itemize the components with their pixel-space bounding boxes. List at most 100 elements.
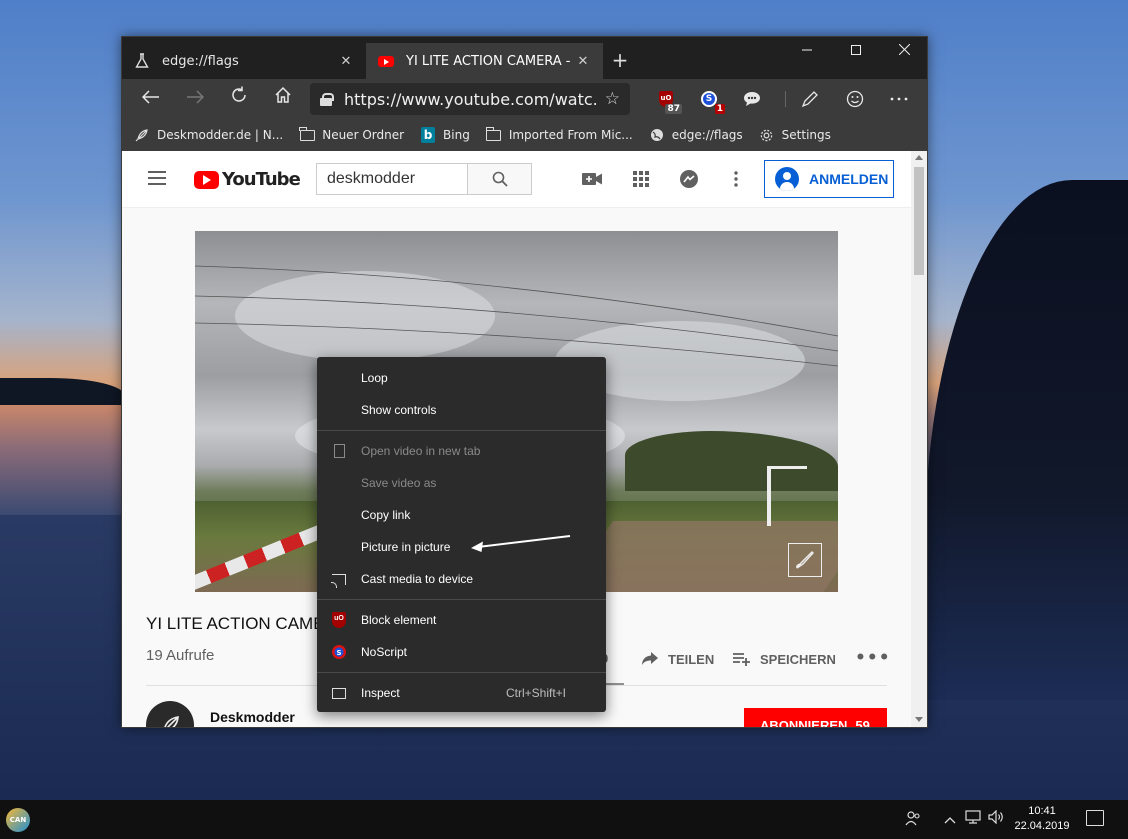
share-button[interactable]: TEILEN bbox=[640, 649, 714, 669]
menu-item-show-controls[interactable]: Show controls bbox=[317, 394, 606, 426]
toolbar-separator bbox=[785, 91, 786, 107]
people-icon[interactable] bbox=[903, 810, 923, 830]
network-icon[interactable] bbox=[963, 810, 983, 830]
search-input[interactable]: deskmodder bbox=[316, 163, 468, 195]
forward-button[interactable] bbox=[180, 85, 210, 113]
subscribe-button[interactable]: ABONNIEREN 59 bbox=[744, 708, 887, 727]
noscript-extension-button[interactable]: S 1 bbox=[697, 87, 725, 114]
share-icon bbox=[640, 649, 660, 669]
flask-icon bbox=[134, 53, 150, 69]
menu-item-label: Picture in picture bbox=[361, 540, 451, 554]
favorite-star-icon[interactable]: ☆ bbox=[605, 89, 620, 109]
ublock-extension-button[interactable]: uO 87 bbox=[654, 87, 682, 114]
scroll-down-arrow-icon[interactable] bbox=[915, 717, 923, 722]
search-button[interactable] bbox=[467, 163, 532, 195]
menu-item-label: Cast media to device bbox=[361, 572, 474, 586]
scroll-thumb[interactable] bbox=[914, 167, 924, 275]
notification-center-icon[interactable] bbox=[1086, 810, 1104, 826]
messages-button[interactable] bbox=[677, 167, 701, 191]
menu-item-loop[interactable]: Loop bbox=[317, 362, 606, 394]
save-button[interactable]: SPEICHERN bbox=[732, 649, 836, 669]
volume-icon[interactable] bbox=[986, 809, 1006, 830]
wallpaper-hill-left bbox=[0, 378, 125, 408]
maximize-button[interactable] bbox=[833, 37, 879, 67]
close-tab-icon[interactable]: ✕ bbox=[338, 54, 354, 69]
address-bar[interactable]: https://www.youtube.com/watc... ☆ bbox=[310, 83, 630, 115]
menu-separator bbox=[317, 430, 606, 431]
feedback-button[interactable] bbox=[843, 87, 867, 111]
channel-name[interactable]: Deskmodder bbox=[210, 709, 295, 725]
tab-edge-flags[interactable]: edge://flags ✕ bbox=[122, 43, 366, 79]
apps-grid-icon bbox=[633, 171, 649, 187]
url-text: https://www.youtube.com/watc... bbox=[344, 89, 599, 109]
menu-item-label: Inspect bbox=[361, 686, 400, 700]
ublock-icon: uO bbox=[331, 612, 347, 628]
page-scrollbar[interactable] bbox=[911, 151, 927, 727]
youtube-logo[interactable]: YouTube bbox=[194, 169, 301, 190]
clock-time: 10:41 bbox=[1028, 805, 1056, 817]
start-button[interactable]: CAN bbox=[6, 808, 30, 832]
clock-date: 22.04.2019 bbox=[1014, 820, 1070, 832]
more-settings-button[interactable] bbox=[724, 167, 748, 191]
refresh-button[interactable] bbox=[224, 85, 254, 113]
pen-button[interactable] bbox=[798, 87, 822, 111]
bookmark-settings[interactable]: Settings bbox=[759, 127, 831, 143]
menu-item-save-video[interactable]: Save video as bbox=[317, 467, 606, 499]
bookmark-deskmodder[interactable]: Deskmodder.de | N... bbox=[134, 127, 283, 143]
system-clock[interactable]: 10:41 22.04.2019 bbox=[1004, 804, 1080, 834]
scroll-up-arrow-icon[interactable] bbox=[915, 155, 923, 160]
svg-text:S: S bbox=[336, 649, 341, 657]
youtube-favicon-icon bbox=[378, 53, 394, 69]
tab-youtube[interactable]: YI LITE ACTION CAMERA - Zeitlu ✕ bbox=[366, 43, 603, 79]
menu-item-block-element[interactable]: uO Block element bbox=[317, 604, 606, 636]
bookmark-imported[interactable]: Imported From Mic... bbox=[485, 126, 633, 143]
wallpaper-water bbox=[0, 405, 125, 515]
bookmark-label: edge://flags bbox=[671, 128, 743, 142]
settings-more-button[interactable] bbox=[887, 87, 911, 111]
menu-item-label: Loop bbox=[361, 371, 388, 385]
bookmark-label: Settings bbox=[781, 128, 831, 142]
apps-button[interactable] bbox=[629, 167, 653, 191]
bookmark-neuer-ordner[interactable]: Neuer Ordner bbox=[299, 126, 405, 143]
folder-icon bbox=[485, 126, 502, 143]
menu-item-label: Copy link bbox=[361, 508, 411, 522]
chat-extension-button[interactable] bbox=[740, 87, 764, 111]
paint-overlay-button[interactable] bbox=[788, 543, 822, 577]
menu-item-noscript[interactable]: S NoScript bbox=[317, 636, 606, 668]
close-window-button[interactable] bbox=[881, 37, 927, 67]
upload-video-button[interactable] bbox=[580, 167, 604, 191]
bookmark-edge-flags[interactable]: edge://flags bbox=[649, 127, 743, 143]
minimize-button[interactable] bbox=[784, 37, 830, 67]
signin-button[interactable]: ANMELDEN bbox=[764, 160, 894, 198]
menu-item-inspect[interactable]: Inspect Ctrl+Shift+I bbox=[317, 677, 606, 709]
messages-icon bbox=[680, 170, 698, 188]
bookmark-bing[interactable]: b Bing bbox=[420, 127, 470, 143]
more-vertical-icon bbox=[734, 171, 738, 187]
title-bar: edge://flags ✕ YI LITE ACTION CAMERA - Z… bbox=[122, 37, 927, 79]
bookmark-label: Neuer Ordner bbox=[322, 128, 405, 142]
gear-icon bbox=[759, 127, 775, 143]
menu-item-label: Show controls bbox=[361, 403, 437, 417]
more-actions-icon[interactable]: ••• bbox=[855, 648, 891, 668]
menu-icon[interactable] bbox=[148, 171, 166, 185]
feather-icon bbox=[134, 127, 150, 143]
power-lines bbox=[195, 265, 838, 367]
menu-item-copy-link[interactable]: Copy link bbox=[317, 499, 606, 531]
bookmark-label: Deskmodder.de | N... bbox=[157, 128, 284, 142]
close-tab-icon[interactable]: ✕ bbox=[575, 54, 591, 69]
menu-separator bbox=[317, 599, 606, 600]
folder-icon bbox=[299, 126, 315, 143]
menu-item-open-new-tab[interactable]: Open video in new tab bbox=[317, 435, 606, 467]
new-tab-button[interactable]: + bbox=[608, 49, 632, 73]
menu-item-cast[interactable]: Cast media to device bbox=[317, 563, 606, 595]
globe-icon bbox=[649, 127, 665, 143]
home-button[interactable] bbox=[268, 85, 298, 113]
channel-avatar[interactable] bbox=[146, 701, 194, 727]
menu-item-label: Open video in new tab bbox=[361, 444, 481, 458]
menu-item-label: Save video as bbox=[361, 476, 437, 490]
ublock-badge: 87 bbox=[665, 104, 682, 114]
menu-separator bbox=[317, 672, 606, 673]
chevron-up-icon[interactable] bbox=[940, 810, 960, 830]
back-button[interactable] bbox=[136, 85, 166, 113]
brush-icon bbox=[796, 551, 814, 569]
